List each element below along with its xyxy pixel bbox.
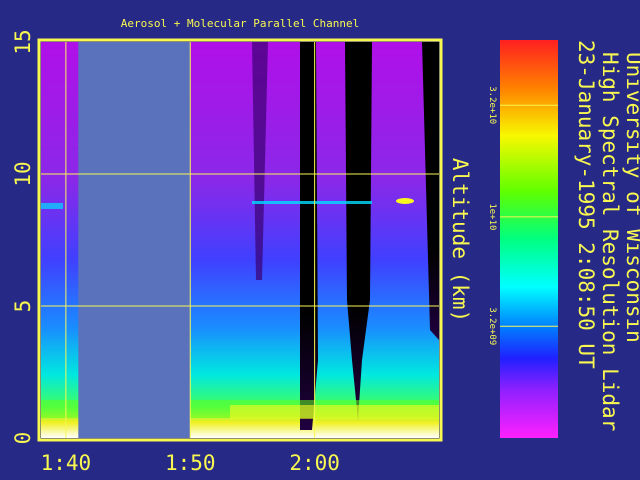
no-data-region xyxy=(78,42,191,438)
plot-area xyxy=(41,42,439,438)
x-axis: 1:40 1:50 2:00 xyxy=(41,451,340,475)
left-strip xyxy=(41,42,63,438)
cloud-layer xyxy=(252,201,372,204)
colorbar-tick-label: 1e+10 xyxy=(487,203,497,230)
info-block: University of WisconsinHigh Spectral Res… xyxy=(574,40,640,431)
x-tick-label: 2:00 xyxy=(289,451,340,475)
y-tick-label: 5 xyxy=(11,300,35,313)
colorbar-tick-label: 3.2e+09 xyxy=(487,307,497,345)
info-line: High Spectral Resolution Lidar xyxy=(598,52,622,431)
cloud-layer xyxy=(396,198,414,204)
y-tick-label: 0 xyxy=(11,432,35,445)
info-line: 23-January-1995 2:08:50 UT xyxy=(574,40,598,369)
x-tick-label: 1:40 xyxy=(41,451,92,475)
cloud-layer xyxy=(41,203,63,209)
lidar-figure: Aerosol + Molecular Parallel Channel 0 5 1… xyxy=(11,17,640,475)
dark-column xyxy=(300,42,318,430)
info-line: University of Wisconsin xyxy=(622,52,640,343)
y-axis: 0 5 10 15 xyxy=(11,29,35,444)
chart-title: Aerosol + Molecular Parallel Channel xyxy=(121,17,359,30)
y-axis-title: Altitude (km) xyxy=(448,158,472,322)
y-tick-label: 15 xyxy=(11,29,35,54)
y-tick-label: 10 xyxy=(11,161,35,186)
colorbar xyxy=(500,40,558,438)
colorbar-tick-label: 3.2e+10 xyxy=(487,86,497,124)
boundary-layer xyxy=(230,405,439,419)
x-tick-label: 1:50 xyxy=(165,451,216,475)
